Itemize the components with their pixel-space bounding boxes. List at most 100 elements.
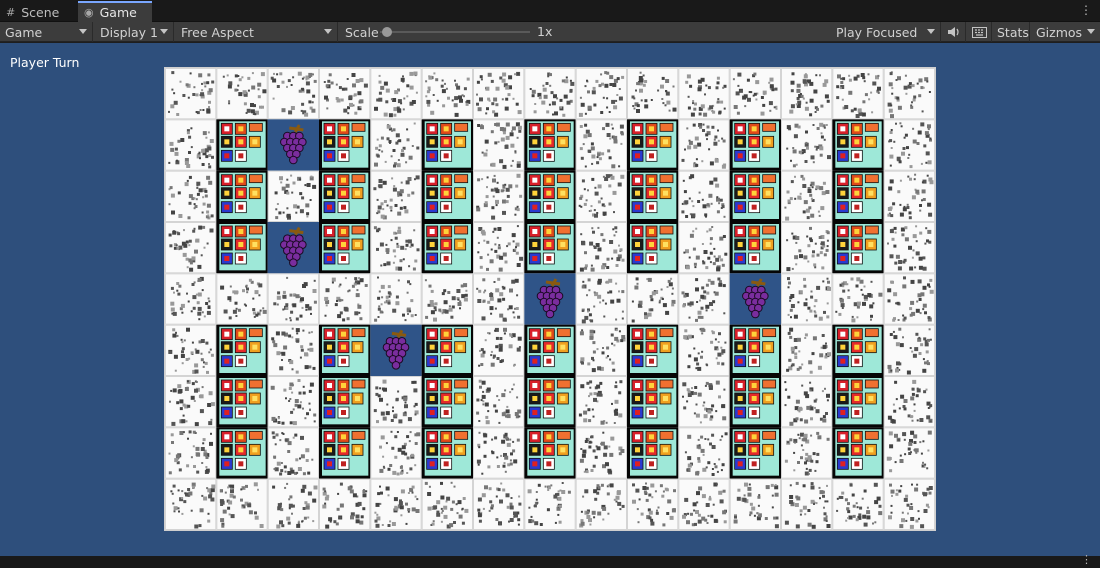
game-viewport[interactable]: Player Turn <box>0 43 1100 556</box>
chest-tile[interactable] <box>832 324 884 376</box>
noise-tile[interactable] <box>370 68 422 120</box>
noise-tile[interactable] <box>165 376 217 428</box>
noise-tile[interactable] <box>267 427 319 479</box>
game-board[interactable] <box>164 67 936 531</box>
chest-tile[interactable] <box>729 222 781 274</box>
noise-tile[interactable] <box>781 427 833 479</box>
noise-tile[interactable] <box>421 273 473 325</box>
noise-tile[interactable] <box>370 478 422 530</box>
noise-tile[interactable] <box>165 68 217 120</box>
chest-tile[interactable] <box>421 376 473 428</box>
noise-tile[interactable] <box>473 273 525 325</box>
chest-tile[interactable] <box>421 222 473 274</box>
aspect-dropdown[interactable]: Free Aspect <box>176 22 338 42</box>
noise-tile[interactable] <box>883 170 935 222</box>
noise-tile[interactable] <box>370 119 422 171</box>
noise-tile[interactable] <box>729 68 782 120</box>
scale-slider-track[interactable] <box>380 31 530 33</box>
noise-tile[interactable] <box>319 68 371 120</box>
noise-tile[interactable] <box>781 324 833 376</box>
chest-tile[interactable] <box>421 119 473 171</box>
noise-tile[interactable] <box>370 427 422 479</box>
chest-tile[interactable] <box>216 170 268 222</box>
chest-tile[interactable] <box>524 427 576 479</box>
noise-tile[interactable] <box>678 273 730 325</box>
noise-tile[interactable] <box>267 68 319 120</box>
noise-tile[interactable] <box>678 222 730 274</box>
chest-tile[interactable] <box>627 324 679 376</box>
noise-tile[interactable] <box>883 222 935 274</box>
noise-tile[interactable] <box>473 68 525 120</box>
noise-tile[interactable] <box>165 478 217 530</box>
noise-tile[interactable] <box>473 222 525 274</box>
chest-tile[interactable] <box>319 119 371 171</box>
noise-tile[interactable] <box>883 273 935 325</box>
noise-tile[interactable] <box>575 119 627 171</box>
more-menu-icon[interactable]: ⋮ <box>1081 553 1092 566</box>
chest-tile[interactable] <box>524 376 576 428</box>
play-mode-dropdown[interactable]: Play Focused <box>831 22 941 42</box>
noise-tile[interactable] <box>678 68 730 120</box>
noise-tile[interactable] <box>575 273 627 325</box>
noise-tile[interactable] <box>165 222 217 274</box>
chest-tile[interactable] <box>729 170 781 222</box>
noise-tile[interactable] <box>319 273 371 325</box>
noise-tile[interactable] <box>575 376 627 428</box>
grapes-tile[interactable] <box>729 273 781 325</box>
noise-tile[interactable] <box>473 170 525 222</box>
noise-tile[interactable] <box>575 222 627 274</box>
chest-tile[interactable] <box>729 427 781 479</box>
chest-tile[interactable] <box>832 222 884 274</box>
stats-button[interactable]: Stats <box>992 22 1030 42</box>
noise-tile[interactable] <box>524 478 576 530</box>
chest-tile[interactable] <box>524 324 576 376</box>
noise-tile[interactable] <box>729 478 782 530</box>
noise-tile[interactable] <box>473 324 525 376</box>
display-dropdown[interactable]: Display 1 <box>95 22 174 42</box>
chest-tile[interactable] <box>729 376 781 428</box>
gizmos-button[interactable]: Gizmos <box>1031 22 1100 42</box>
noise-tile[interactable] <box>627 478 679 530</box>
noise-tile[interactable] <box>319 478 371 530</box>
chest-tile[interactable] <box>832 170 884 222</box>
noise-tile[interactable] <box>267 478 319 530</box>
noise-tile[interactable] <box>678 376 730 428</box>
noise-tile[interactable] <box>832 273 884 325</box>
chest-tile[interactable] <box>216 324 268 376</box>
noise-tile[interactable] <box>678 324 730 376</box>
chest-tile[interactable] <box>421 427 473 479</box>
noise-tile[interactable] <box>883 68 935 120</box>
noise-tile[interactable] <box>165 273 217 325</box>
noise-tile[interactable] <box>267 273 319 325</box>
chest-tile[interactable] <box>319 170 371 222</box>
chest-tile[interactable] <box>832 376 884 428</box>
noise-tile[interactable] <box>267 376 319 428</box>
noise-tile[interactable] <box>524 68 576 120</box>
noise-tile[interactable] <box>216 68 268 120</box>
noise-tile[interactable] <box>165 427 217 479</box>
chest-tile[interactable] <box>216 376 268 428</box>
chest-tile[interactable] <box>524 119 576 171</box>
noise-tile[interactable] <box>165 119 217 171</box>
scale-slider-handle[interactable] <box>382 27 392 37</box>
display-mode-dropdown[interactable]: Game <box>0 22 93 42</box>
noise-tile[interactable] <box>781 170 833 222</box>
noise-tile[interactable] <box>370 273 422 325</box>
chest-tile[interactable] <box>832 119 884 171</box>
noise-tile[interactable] <box>370 376 422 428</box>
chest-tile[interactable] <box>729 324 781 376</box>
chest-tile[interactable] <box>832 427 884 479</box>
noise-tile[interactable] <box>781 68 833 120</box>
noise-tile[interactable] <box>781 273 833 325</box>
noise-tile[interactable] <box>473 119 525 171</box>
chest-tile[interactable] <box>627 427 679 479</box>
noise-tile[interactable] <box>370 222 422 274</box>
chest-tile[interactable] <box>421 170 473 222</box>
noise-tile[interactable] <box>421 478 473 530</box>
noise-tile[interactable] <box>473 427 525 479</box>
noise-tile[interactable] <box>781 119 833 171</box>
chest-tile[interactable] <box>319 222 371 274</box>
noise-tile[interactable] <box>370 170 422 222</box>
chest-tile[interactable] <box>216 427 268 479</box>
noise-tile[interactable] <box>883 376 935 428</box>
